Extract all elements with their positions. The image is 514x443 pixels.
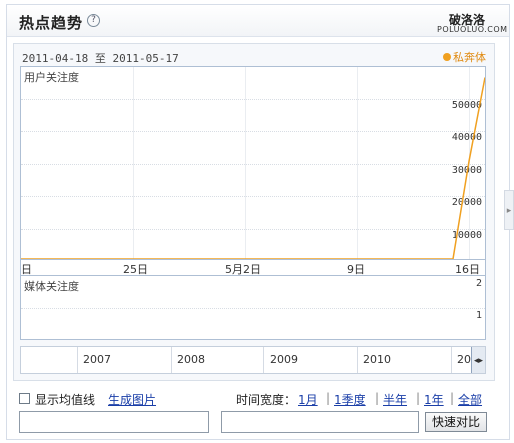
user-attention-plot[interactable]: 用户关注度 50000 40000 30000 20000 10000 xyxy=(20,66,486,260)
timeline-year: 2009 xyxy=(270,353,298,366)
time-width-1-year[interactable]: 1年 xyxy=(424,391,444,408)
legend[interactable]: 私奔体 xyxy=(443,49,486,65)
timeline-scrubber[interactable]: 2007 2008 2009 2010 201 ◂▸ xyxy=(20,346,486,374)
timeline-divider xyxy=(263,347,264,373)
x-tick-label: 日 xyxy=(21,263,32,276)
x-tick-label: 9日 xyxy=(347,263,365,276)
x-tick-label: 25日 xyxy=(123,263,148,276)
date-start: 2011-04-18 xyxy=(22,52,89,65)
date-end: 2011-05-17 xyxy=(112,52,179,65)
timeline-divider xyxy=(451,347,452,373)
series-line xyxy=(21,77,485,259)
media-y-tick-label: 2 xyxy=(475,278,482,289)
timeline-year: 2010 xyxy=(363,353,391,366)
time-width-label: 时间宽度： xyxy=(236,393,297,407)
media-y-tick-label: 1 xyxy=(475,310,482,321)
control-row: 显示均值线 生成图片 时间宽度： 1月 | 1季度 | 半年 | 1年 | 全部 xyxy=(19,391,499,407)
time-width-1-quarter[interactable]: 1季度 xyxy=(334,391,366,408)
separator: | xyxy=(326,391,331,405)
date-separator: 至 xyxy=(94,52,106,65)
timeline-divider xyxy=(171,347,172,373)
timeline-divider xyxy=(77,347,78,373)
chart-area: 2011-04-18 至 2011-05-17 私奔体 用户关注度 50000 … xyxy=(13,43,495,381)
x-tick-label: 16日 xyxy=(455,263,480,276)
keyword-input-1[interactable] xyxy=(19,411,209,433)
timeline-divider xyxy=(357,347,358,373)
trend-chart xyxy=(21,77,485,259)
media-attention-label: 媒体关注度 xyxy=(24,280,79,293)
x-axis: 日 25日 5月2日 9日 16日 xyxy=(20,260,486,276)
separator: | xyxy=(375,391,380,405)
time-width-1-month[interactable]: 1月 xyxy=(298,391,318,408)
separator: | xyxy=(416,391,421,405)
panel-header: 热点趋势 ? 破洛洛 POLUOLUO.COM xyxy=(7,5,509,37)
help-icon[interactable]: ? xyxy=(87,14,100,27)
side-expand-icon[interactable]: ▸ xyxy=(504,190,514,230)
time-width-half-year[interactable]: 半年 xyxy=(383,391,407,408)
legend-dot-icon xyxy=(443,53,451,61)
separator: | xyxy=(450,391,455,405)
timeline-year: 2007 xyxy=(83,353,111,366)
quick-compare-button[interactable]: 快速对比 xyxy=(425,412,487,432)
panel-title: 热点趋势 xyxy=(19,14,84,32)
generate-image-link[interactable]: 生成图片 xyxy=(108,391,156,408)
drag-handle-icon[interactable]: ◂▸ xyxy=(471,347,485,373)
watermark-en: POLUOLUO.COM xyxy=(437,25,508,34)
keyword-input-2[interactable] xyxy=(221,411,419,433)
timeline-year: 2008 xyxy=(177,353,205,366)
show-average-label[interactable]: 显示均值线 xyxy=(35,391,95,408)
legend-series-name: 私奔体 xyxy=(453,51,486,64)
show-average-checkbox[interactable] xyxy=(19,393,30,404)
grid-line xyxy=(21,308,485,309)
time-width-all[interactable]: 全部 xyxy=(458,391,482,408)
media-attention-plot[interactable]: 媒体关注度 2 1 xyxy=(20,276,486,340)
date-range: 2011-04-18 至 2011-05-17 xyxy=(22,50,179,66)
trend-panel: 热点趋势 ? 破洛洛 POLUOLUO.COM 2011-04-18 至 201… xyxy=(6,4,510,440)
x-tick-label: 5月2日 xyxy=(225,263,261,276)
